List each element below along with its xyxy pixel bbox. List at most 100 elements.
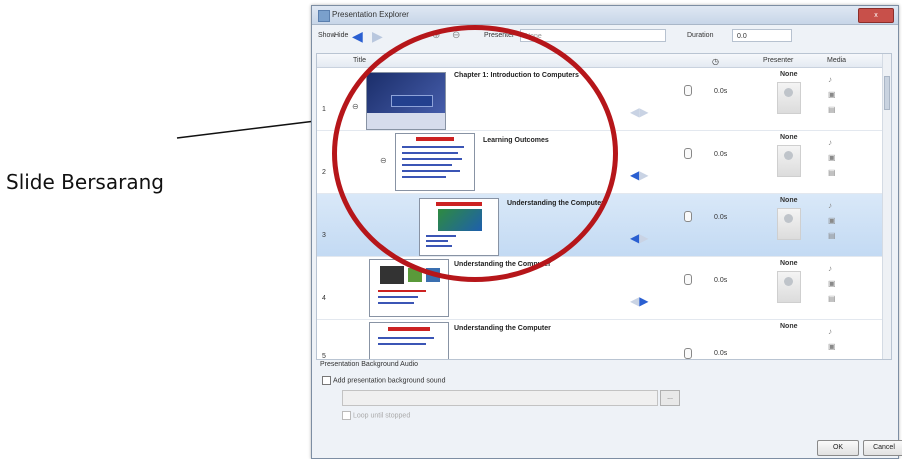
attachment-icon[interactable]: ▤ [828, 291, 836, 306]
transition-arrows[interactable]: ◀▶ [630, 294, 648, 308]
slide-duration: 0.0s [714, 350, 728, 357]
arrow-right-icon[interactable]: ▶ [372, 28, 383, 45]
window-title: Presentation Explorer [332, 10, 409, 19]
cancel-button[interactable]: Cancel [863, 440, 902, 456]
background-audio-label: Presentation Background Audio [320, 361, 419, 368]
slide-title: Chapter 1: Introduction to Computers [454, 72, 579, 79]
transition-arrows[interactable]: ◀▶ [630, 105, 648, 119]
ok-button[interactable]: OK [817, 440, 859, 456]
slide-number: 2 [322, 169, 326, 176]
slide-thumbnail-2[interactable] [395, 133, 475, 191]
presenter-avatar [777, 82, 801, 114]
slide-duration: 0.0s [714, 214, 728, 221]
duration-input[interactable]: 0.0 [732, 29, 792, 42]
close-button[interactable]: x [858, 8, 894, 23]
audio-icon[interactable]: ♪ [828, 324, 836, 339]
slide-row-2[interactable]: 2 ⊖ Learning Outcomes ◀▶ 0.0s None ♪ ▣ ▤ [317, 131, 883, 194]
slide-thumbnail-3[interactable] [419, 198, 499, 256]
toolbar: Show Hide ◀ ▶ ⊕ ⊖ Presenter None Duratio… [312, 25, 898, 47]
background-sound-checkbox[interactable] [322, 376, 331, 385]
media-icons: ♪ ▣ ▤ [828, 72, 836, 117]
video-icon[interactable]: ▣ [828, 150, 836, 165]
presenter-name: None [780, 260, 798, 267]
slide-title: Understanding the Computer [507, 200, 604, 207]
app-icon [318, 10, 330, 22]
attachment-icon[interactable]: ▤ [828, 228, 836, 243]
slide-number: 3 [322, 232, 326, 239]
slide-row-4[interactable]: 4 Understanding the Computer ◀▶ 0.0s Non… [317, 257, 883, 320]
media-icons: ♪ ▣ [828, 324, 836, 354]
background-sound-option[interactable]: Add presentation background sound [322, 376, 445, 385]
slide-thumbnail-4[interactable] [369, 259, 449, 317]
attachment-icon[interactable]: ▤ [828, 102, 836, 117]
slide-thumbnail-1[interactable] [366, 72, 446, 130]
presenter-name: None [780, 71, 798, 78]
slide-duration: 0.0s [714, 277, 728, 284]
mouse-click-icon [684, 274, 692, 285]
title-bar: Presentation Explorer x [312, 6, 898, 25]
loop-option[interactable]: Loop until stopped [342, 411, 410, 420]
column-media[interactable]: Media [827, 57, 846, 64]
show-button[interactable]: Show [318, 32, 336, 39]
audio-icon[interactable]: ♪ [828, 261, 836, 276]
hide-button[interactable]: Hide [334, 32, 348, 39]
video-icon[interactable]: ▣ [828, 87, 836, 102]
slide-title: Learning Outcomes [483, 137, 549, 144]
column-presenter[interactable]: Presenter [763, 57, 793, 64]
presenter-select[interactable]: None [520, 29, 666, 42]
arrow-left-icon[interactable]: ◀ [352, 28, 363, 45]
vertical-scrollbar[interactable] [882, 54, 891, 359]
zoom-out-icon[interactable]: ⊖ [452, 30, 460, 41]
presenter-avatar [777, 208, 801, 240]
zoom-in-icon[interactable]: ⊕ [432, 30, 440, 41]
presenter-name: None [780, 323, 798, 330]
presentation-explorer-window: Presentation Explorer x Show Hide ◀ ▶ ⊕ … [311, 5, 902, 459]
presenter-name: None [780, 197, 798, 204]
transition-arrows[interactable]: ◀▶ [630, 168, 648, 182]
presenter-name: None [780, 134, 798, 141]
video-icon[interactable]: ▣ [828, 213, 836, 228]
slide-row-1[interactable]: 1 ⊖ Chapter 1: Introduction to Computers… [317, 68, 883, 131]
video-icon[interactable]: ▣ [828, 276, 836, 291]
audio-path-field[interactable] [342, 390, 658, 406]
mouse-click-icon [684, 348, 692, 359]
background-sound-label: Add presentation background sound [333, 377, 446, 385]
presenter-label: Presenter [484, 32, 515, 39]
slide-duration: 0.0s [714, 88, 728, 95]
media-icons: ♪ ▣ ▤ [828, 198, 836, 243]
clock-icon: ◷ [712, 57, 719, 66]
collapse-icon[interactable]: ⊖ [380, 156, 387, 165]
slide-row-5[interactable]: 5 Understanding the Computer 0.0s None ♪… [317, 320, 883, 360]
scrollbar-thumb[interactable] [884, 76, 890, 110]
video-icon[interactable]: ▣ [828, 339, 836, 354]
mouse-click-icon [684, 85, 692, 96]
grid-header: Title ◷ Presenter Media [317, 54, 883, 68]
slide-grid: Title ◷ Presenter Media 1 ⊖ Chapter 1: I… [316, 53, 892, 360]
presenter-avatar [777, 271, 801, 303]
attachment-icon[interactable]: ▤ [828, 165, 836, 180]
slide-duration: 0.0s [714, 151, 728, 158]
transition-arrows[interactable]: ◀▶ [630, 231, 648, 245]
presenter-avatar [777, 145, 801, 177]
loop-checkbox[interactable] [342, 411, 351, 420]
audio-icon[interactable]: ♪ [828, 198, 836, 213]
slide-title: Understanding the Computer [454, 261, 551, 268]
slide-number: 5 [322, 353, 326, 360]
media-icons: ♪ ▣ ▤ [828, 261, 836, 306]
column-title[interactable]: Title [353, 57, 366, 64]
mouse-click-icon [684, 211, 692, 222]
duration-label: Duration [687, 32, 714, 39]
slide-thumbnail-5[interactable] [369, 322, 449, 359]
slide-number: 1 [322, 106, 326, 113]
slide-number: 4 [322, 295, 326, 302]
slide-title: Understanding the Computer [454, 325, 551, 332]
slide-row-3[interactable]: 3 Understanding the Computer ◀▶ 0.0s Non… [317, 194, 883, 257]
collapse-icon[interactable]: ⊖ [352, 102, 359, 111]
media-icons: ♪ ▣ ▤ [828, 135, 836, 180]
browse-button[interactable]: ... [660, 390, 680, 406]
audio-icon[interactable]: ♪ [828, 135, 836, 150]
loop-label: Loop until stopped [353, 412, 411, 420]
mouse-click-icon [684, 148, 692, 159]
audio-icon[interactable]: ♪ [828, 72, 836, 87]
annotation-label: Slide Bersarang [6, 170, 164, 194]
